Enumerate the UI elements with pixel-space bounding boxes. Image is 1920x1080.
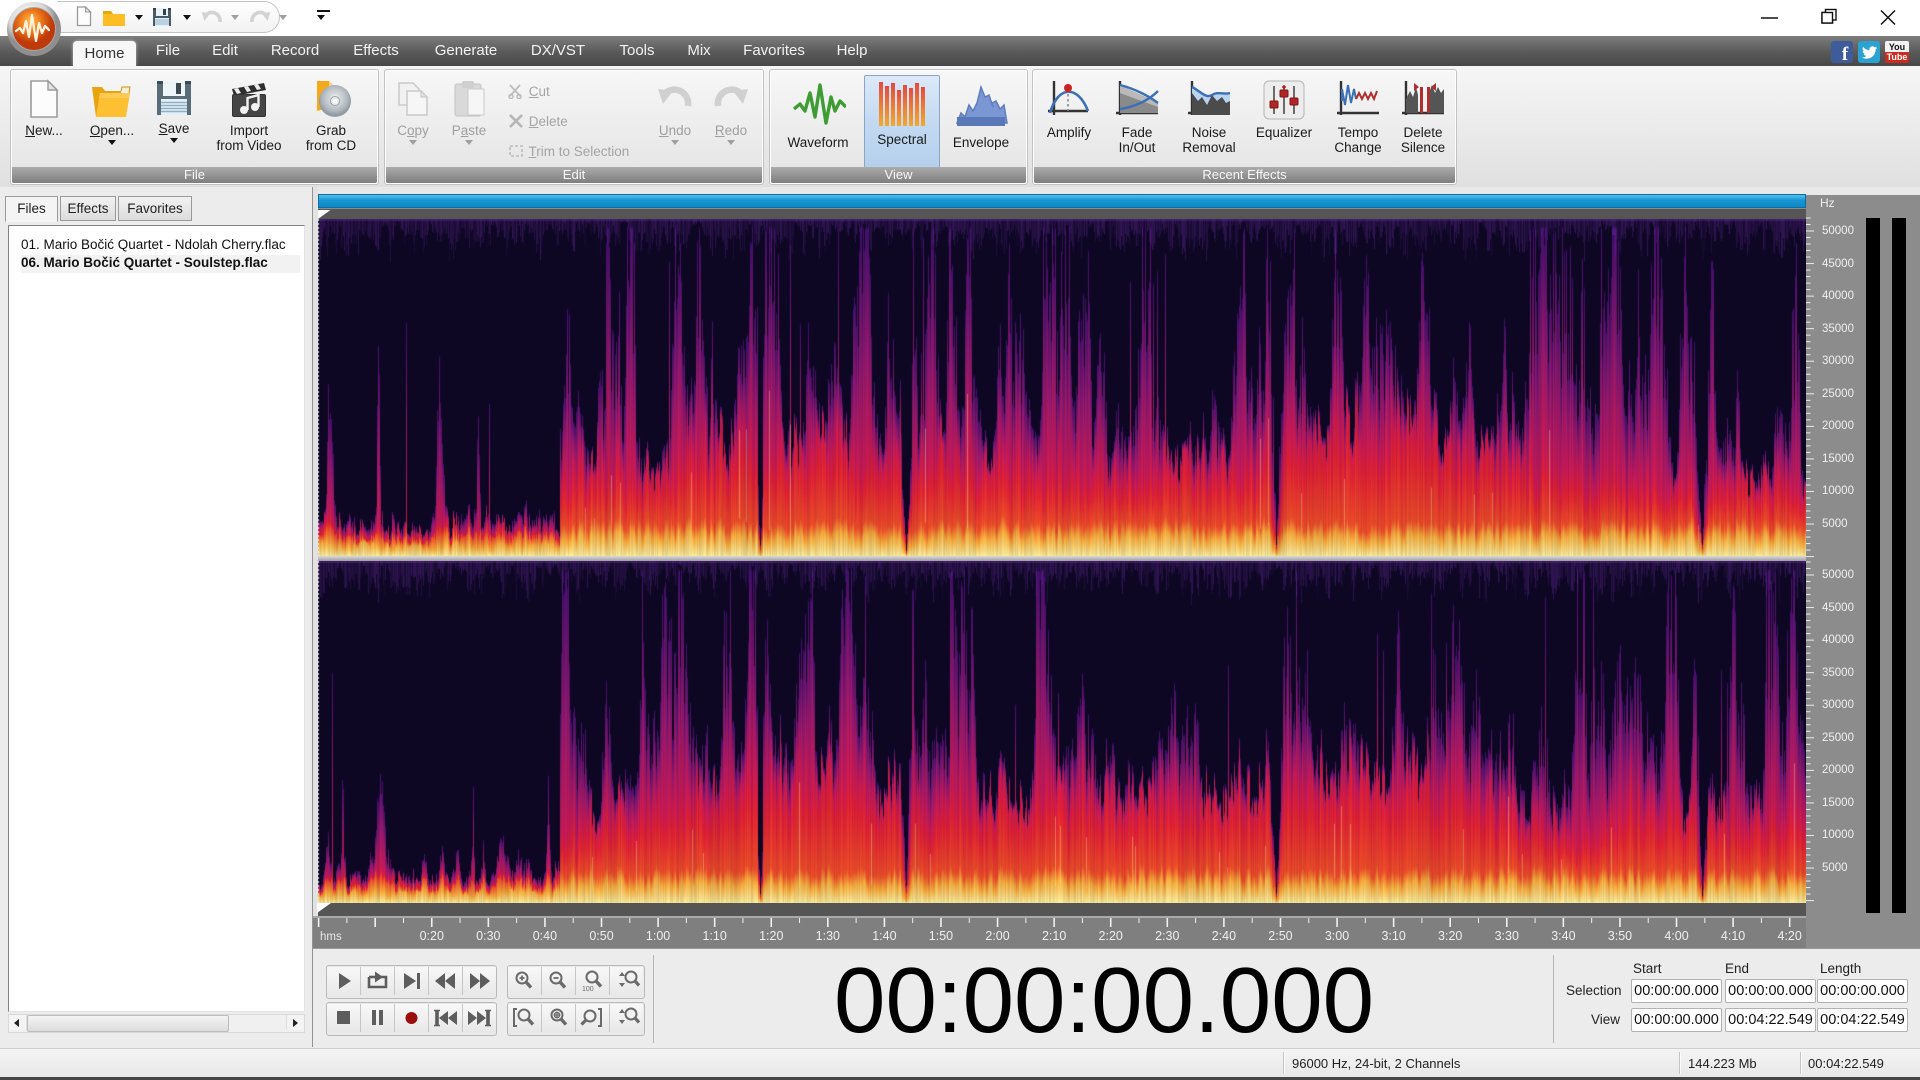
svg-text:hms: hms bbox=[320, 931, 342, 943]
svg-text:4:10: 4:10 bbox=[1721, 929, 1745, 943]
svg-text:2:10: 2:10 bbox=[1042, 929, 1066, 943]
svg-text:2:30: 2:30 bbox=[1155, 929, 1179, 943]
svg-text:3:50: 3:50 bbox=[1608, 929, 1632, 943]
svg-text:3:10: 3:10 bbox=[1381, 929, 1405, 943]
svg-text:1:50: 1:50 bbox=[929, 929, 953, 943]
svg-text:4:00: 4:00 bbox=[1664, 929, 1688, 943]
svg-text:0:20: 0:20 bbox=[420, 929, 444, 943]
svg-text:3:40: 3:40 bbox=[1551, 929, 1575, 943]
svg-text:1:20: 1:20 bbox=[759, 929, 783, 943]
svg-text:3:30: 3:30 bbox=[1495, 929, 1519, 943]
svg-text:0:40: 0:40 bbox=[533, 929, 557, 943]
svg-text:0:50: 0:50 bbox=[589, 929, 613, 943]
svg-text:1:40: 1:40 bbox=[872, 929, 896, 943]
svg-text:0:30: 0:30 bbox=[476, 929, 500, 943]
svg-text:3:20: 3:20 bbox=[1438, 929, 1462, 943]
svg-text:1:10: 1:10 bbox=[702, 929, 726, 943]
svg-text:2:50: 2:50 bbox=[1268, 929, 1292, 943]
svg-text:1:30: 1:30 bbox=[816, 929, 840, 943]
svg-text:100: 100 bbox=[582, 986, 594, 993]
svg-text:2:00: 2:00 bbox=[985, 929, 1009, 943]
svg-text:2:40: 2:40 bbox=[1212, 929, 1236, 943]
svg-text:3:00: 3:00 bbox=[1325, 929, 1349, 943]
svg-text:4:20: 4:20 bbox=[1778, 929, 1802, 943]
svg-text:1:00: 1:00 bbox=[646, 929, 670, 943]
svg-text:2:20: 2:20 bbox=[1099, 929, 1123, 943]
